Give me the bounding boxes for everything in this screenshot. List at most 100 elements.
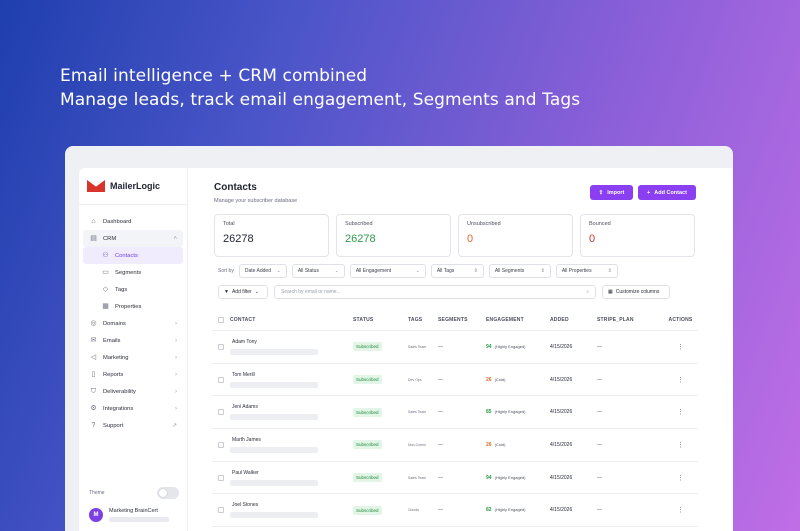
column-header-tags[interactable]: TAGS xyxy=(408,317,438,323)
engagement-filter[interactable]: All Engagement ⌄ xyxy=(349,264,426,278)
contact-name[interactable]: Adam Tony xyxy=(232,339,353,345)
sort-label: Sort by xyxy=(218,268,234,274)
chevron-down-icon: ⌄ xyxy=(334,268,339,274)
stripe-plan-value: — xyxy=(597,474,602,481)
table-row[interactable]: Marth James Subscribed Non-Comm — 26 (Col… xyxy=(212,429,698,462)
column-header-segments[interactable]: SEGMENTS xyxy=(438,317,486,323)
logo: MailerLogic xyxy=(87,174,187,198)
sidebar-item-marketing[interactable]: ◁ Marketing › xyxy=(83,349,183,366)
row-checkbox[interactable] xyxy=(218,474,224,481)
row-checkbox[interactable] xyxy=(218,441,224,448)
column-header-status[interactable]: STATUS xyxy=(353,317,408,323)
added-date: 4/15/2026 xyxy=(550,376,573,383)
row-checkbox[interactable] xyxy=(218,507,224,514)
more-actions-icon[interactable]: ⋮ xyxy=(677,442,684,449)
more-actions-icon[interactable]: ⋮ xyxy=(677,409,684,416)
sidebar-item-segments[interactable]: ▭ Segments xyxy=(83,264,183,281)
sidebar-item-emails[interactable]: ✉ Emails › xyxy=(83,332,183,349)
engagement-level: (Cold) xyxy=(494,376,506,382)
contacts-table: CONTACT STATUS TAGS SEGMENTS ENGAGEMENT … xyxy=(212,309,698,528)
more-actions-icon[interactable]: ⋮ xyxy=(677,507,684,514)
table-row[interactable]: Tom Merill Subscribed Dev Ops — 26 (Cold)… xyxy=(212,364,698,397)
sidebar-item-deliverability[interactable]: ⛉ Deliverability › xyxy=(83,383,183,400)
import-button[interactable]: ⇪ Import xyxy=(590,185,633,200)
column-header-actions: ACTIONS xyxy=(668,316,693,323)
main-content: Contacts Manage your subscriber database… xyxy=(187,168,733,531)
sidebar-item-label: Integrations xyxy=(103,405,134,412)
engagement-level: (Highly Engaged) xyxy=(494,343,526,349)
tag-chip: Sales Team xyxy=(408,475,427,480)
table-row[interactable]: Paul Walker Subscribed Sales Team — 94 (H… xyxy=(212,462,698,495)
status-filter[interactable]: All Status ⌄ xyxy=(291,264,345,278)
search-placeholder: Search by email or name... xyxy=(281,289,341,295)
mail-icon: ✉ xyxy=(90,337,97,344)
sidebar-item-label: CRM xyxy=(103,235,117,242)
contact-name[interactable]: Tom Merill xyxy=(232,372,353,378)
select-value: All Status xyxy=(297,268,319,274)
sidebar-item-contacts[interactable]: ⚇ Contacts xyxy=(83,247,183,264)
contact-name[interactable]: Paul Walker xyxy=(232,470,353,476)
contact-email-placeholder xyxy=(230,348,318,355)
column-header-stripe-plan[interactable]: STRIPE_PLAN xyxy=(597,317,663,323)
tags-filter[interactable]: All Tags ⇕ xyxy=(430,264,484,278)
contact-name[interactable]: Jeni Adams xyxy=(232,404,353,410)
chevron-right-icon: › xyxy=(175,388,177,395)
chevron-down-icon: ⌄ xyxy=(415,268,420,274)
users-icon: ⚇ xyxy=(102,252,109,259)
sidebar-item-domains[interactable]: ◎ Domains › xyxy=(83,315,183,332)
sidebar-item-properties[interactable]: ▦ Properties xyxy=(83,298,183,315)
app-window: MailerLogic ⌂ Dashboard ▤ CRM ˄ ⚇ Contac… xyxy=(65,146,733,531)
tag-chip: Non-Comm xyxy=(408,442,426,447)
filter-bar: Sort by Date Added ⌄ All Status ⌄ All Enga… xyxy=(218,264,618,278)
segments-filter[interactable]: All Segments ⇕ xyxy=(488,264,551,278)
add-filter-button[interactable]: ▼ Add filter ⌄ xyxy=(218,285,268,299)
stat-label: Subscribed xyxy=(345,221,373,227)
page-title: Contacts xyxy=(214,182,257,193)
sidebar: MailerLogic ⌂ Dashboard ▤ CRM ˄ ⚇ Contac… xyxy=(79,168,187,531)
chevron-down-icon: ⌄ xyxy=(276,268,281,274)
row-checkbox[interactable] xyxy=(218,376,224,383)
more-actions-icon[interactable]: ⋮ xyxy=(677,344,684,351)
table-row[interactable]: Jeni Adams Subscribed Sales Team — 85 (Hi… xyxy=(212,396,698,430)
home-icon: ⌂ xyxy=(91,218,96,225)
contact-name[interactable]: Joel Stones xyxy=(232,502,353,508)
engagement-score: 26 xyxy=(486,376,492,383)
contact-email-placeholder xyxy=(230,381,318,388)
sidebar-item-reports[interactable]: ▯ Reports › xyxy=(83,366,183,383)
table-row[interactable]: Adam Tony Subscribed Sales Team — 94 (Hig… xyxy=(212,331,698,364)
select-all-checkbox[interactable] xyxy=(218,316,224,323)
customize-columns-button[interactable]: ▦ Customize columns xyxy=(602,285,670,299)
column-header-engagement[interactable]: ENGAGEMENT xyxy=(486,317,550,323)
sidebar-item-dashboard[interactable]: ⌂ Dashboard xyxy=(83,213,183,230)
sidebar-item-tags[interactable]: ◇ Tags xyxy=(83,281,183,298)
sidebar-item-crm[interactable]: ▤ CRM ˄ xyxy=(83,230,183,247)
status-badge: Subscribed xyxy=(353,407,382,417)
row-checkbox[interactable] xyxy=(218,343,224,350)
user-profile[interactable]: M Marketing BrainCert xyxy=(89,508,184,522)
stat-value: 26278 xyxy=(345,233,376,245)
more-actions-icon[interactable]: ⋮ xyxy=(677,377,684,384)
add-contact-button[interactable]: + Add Contact xyxy=(638,185,696,200)
sort-icon: ⇕ xyxy=(607,268,612,274)
sidebar-item-integrations[interactable]: ⚙ Integrations › xyxy=(83,400,183,417)
column-header-added[interactable]: ADDED xyxy=(550,317,597,323)
theme-toggle[interactable] xyxy=(157,487,179,499)
table-header: CONTACT STATUS TAGS SEGMENTS ENGAGEMENT … xyxy=(212,309,698,331)
sidebar-item-label: Segments xyxy=(115,269,142,276)
column-header-contact[interactable]: CONTACT xyxy=(230,317,353,323)
table-row[interactable]: Joel Stones Subscribed Clouds — 82 (Highl… xyxy=(212,494,698,528)
status-badge: Subscribed xyxy=(353,342,382,352)
properties-filter[interactable]: All Properties ⇕ xyxy=(555,264,618,278)
row-checkbox[interactable] xyxy=(218,409,224,416)
status-badge: Subscribed xyxy=(353,375,382,385)
contact-name[interactable]: Marth James xyxy=(232,437,353,443)
tag-icon: ◇ xyxy=(102,286,109,293)
hero-line-1: Email intelligence + CRM combined xyxy=(60,66,368,86)
more-actions-icon[interactable]: ⋮ xyxy=(677,475,684,482)
chevron-right-icon: › xyxy=(175,405,177,412)
status-badge: Subscribed xyxy=(353,505,382,515)
chevron-down-icon: ⌄ xyxy=(254,289,259,295)
search-input[interactable]: Search by email or name... ⌕ xyxy=(274,285,596,299)
sort-select[interactable]: Date Added ⌄ xyxy=(238,264,287,278)
sidebar-item-support[interactable]: ? Support ↗ xyxy=(83,417,183,434)
